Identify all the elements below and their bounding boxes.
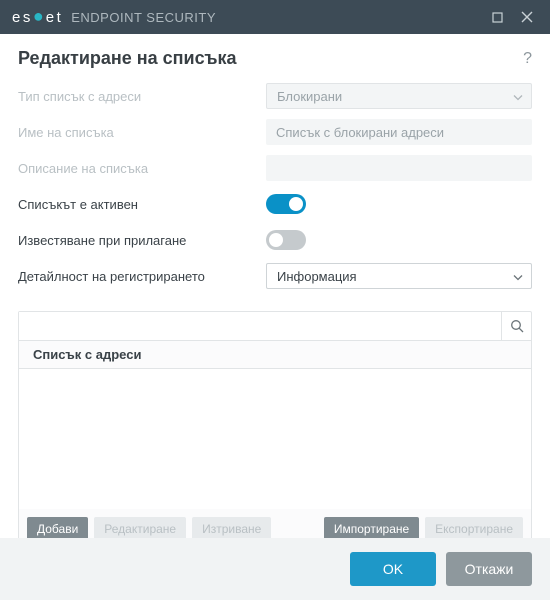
select-log-detail[interactable]: Информация [266,263,532,289]
help-icon[interactable]: ? [523,50,532,68]
select-address-list-type: Блокирани [266,83,532,109]
brand-letter: t [57,9,62,26]
search-icon [510,319,524,333]
dialog-footer: OK Откажи [0,538,550,600]
brand-letter: s [23,9,31,26]
brand-letter: e [46,9,55,26]
label-log-detail: Детайлност на регистрирането [18,269,266,284]
chevron-down-icon [513,269,523,284]
chevron-down-icon [513,89,523,104]
label-address-list-type: Тип списък с адреси [18,89,266,104]
input-list-name: Списък с блокирани адреси [266,119,532,145]
maximize-button[interactable] [482,0,512,34]
address-list-panel: Списък с адреси Добави Редактиране Изтри… [18,311,532,550]
input-list-description [266,155,532,181]
close-button[interactable] [512,0,542,34]
brand-logo: e s ● e t [12,9,61,26]
titlebar: e s ● e t ENDPOINT SECURITY [0,0,550,34]
list-body[interactable] [19,369,531,509]
select-value: Блокирани [277,89,342,104]
toggle-notify-on-apply[interactable] [266,230,306,250]
product-name: ENDPOINT SECURITY [71,10,216,25]
label-list-name: Име на списъка [18,125,266,140]
ok-button[interactable]: OK [350,552,436,586]
list-column-header[interactable]: Списък с адреси [19,341,531,369]
input-value: Списък с блокирани адреси [276,125,444,140]
label-notify-on-apply: Известяване при прилагане [18,233,266,248]
select-value: Информация [277,269,357,284]
brand-letter: e [12,9,21,26]
search-button[interactable] [501,312,531,340]
label-list-active: Списъкът е активен [18,197,266,212]
page-title: Редактиране на списъка [18,48,237,69]
label-list-description: Описание на списъка [18,161,266,176]
search-input[interactable] [19,312,501,340]
cancel-button[interactable]: Откажи [446,552,532,586]
toggle-list-active[interactable] [266,194,306,214]
